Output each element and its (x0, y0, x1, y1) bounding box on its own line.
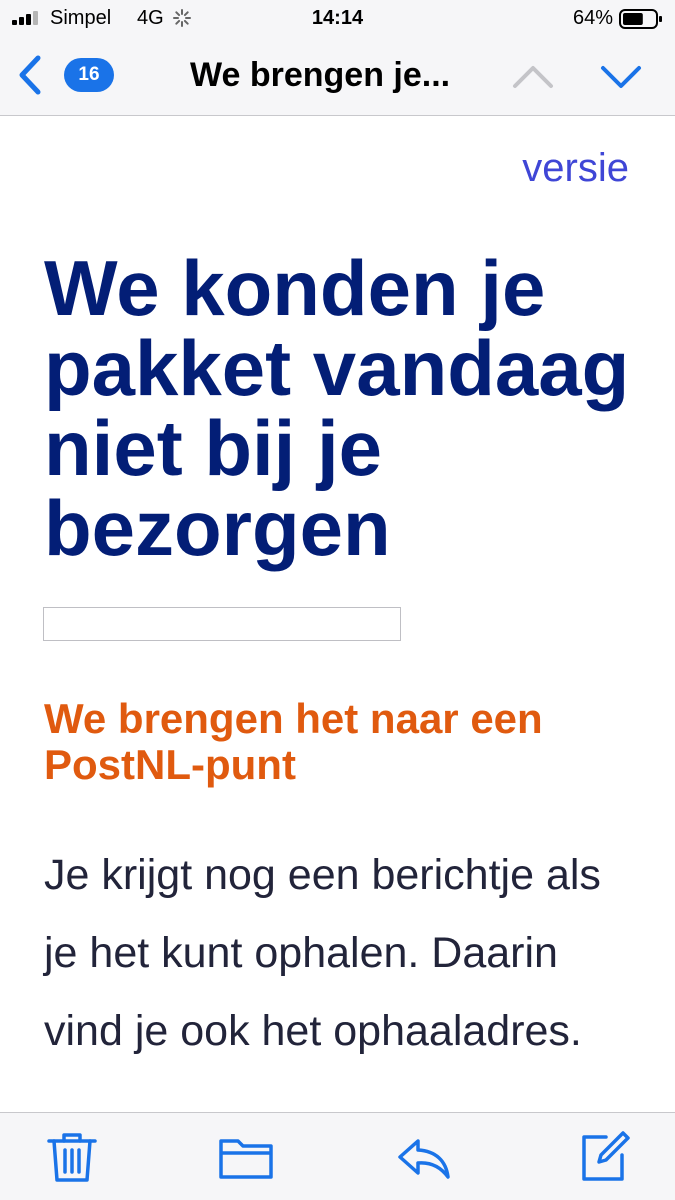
next-message-button[interactable] (598, 60, 644, 92)
folder-icon[interactable] (218, 1129, 274, 1185)
version-link[interactable]: versie (522, 146, 629, 191)
email-body: versie We konden je pakket vandaag niet … (0, 116, 675, 1112)
trash-icon[interactable] (44, 1129, 100, 1185)
email-subheading: We brengen het naar een PostNL-punt (44, 695, 543, 788)
back-button[interactable] (12, 52, 48, 98)
battery-icon (619, 9, 662, 29)
compose-icon[interactable] (576, 1129, 632, 1185)
email-headline: We konden je pakket vandaag niet bij je … (44, 244, 630, 572)
reply-icon[interactable] (396, 1129, 452, 1185)
previous-message-button[interactable] (510, 60, 556, 92)
navigation-bar: 16 We brengen je... (0, 38, 675, 116)
email-body-text: Je krijgt nog een berichtje als je het k… (44, 851, 601, 1055)
bottom-toolbar (0, 1112, 675, 1200)
status-bar: Simpel 4G 14:14 64% (0, 0, 675, 38)
image-placeholder (43, 607, 401, 641)
mail-screen: Simpel 4G 14:14 64% 16 We brengen je... … (0, 0, 675, 1200)
unread-count-badge[interactable]: 16 (64, 58, 114, 92)
battery-percentage: 64% (572, 7, 613, 29)
message-subject-title: We brengen je... (190, 56, 451, 94)
